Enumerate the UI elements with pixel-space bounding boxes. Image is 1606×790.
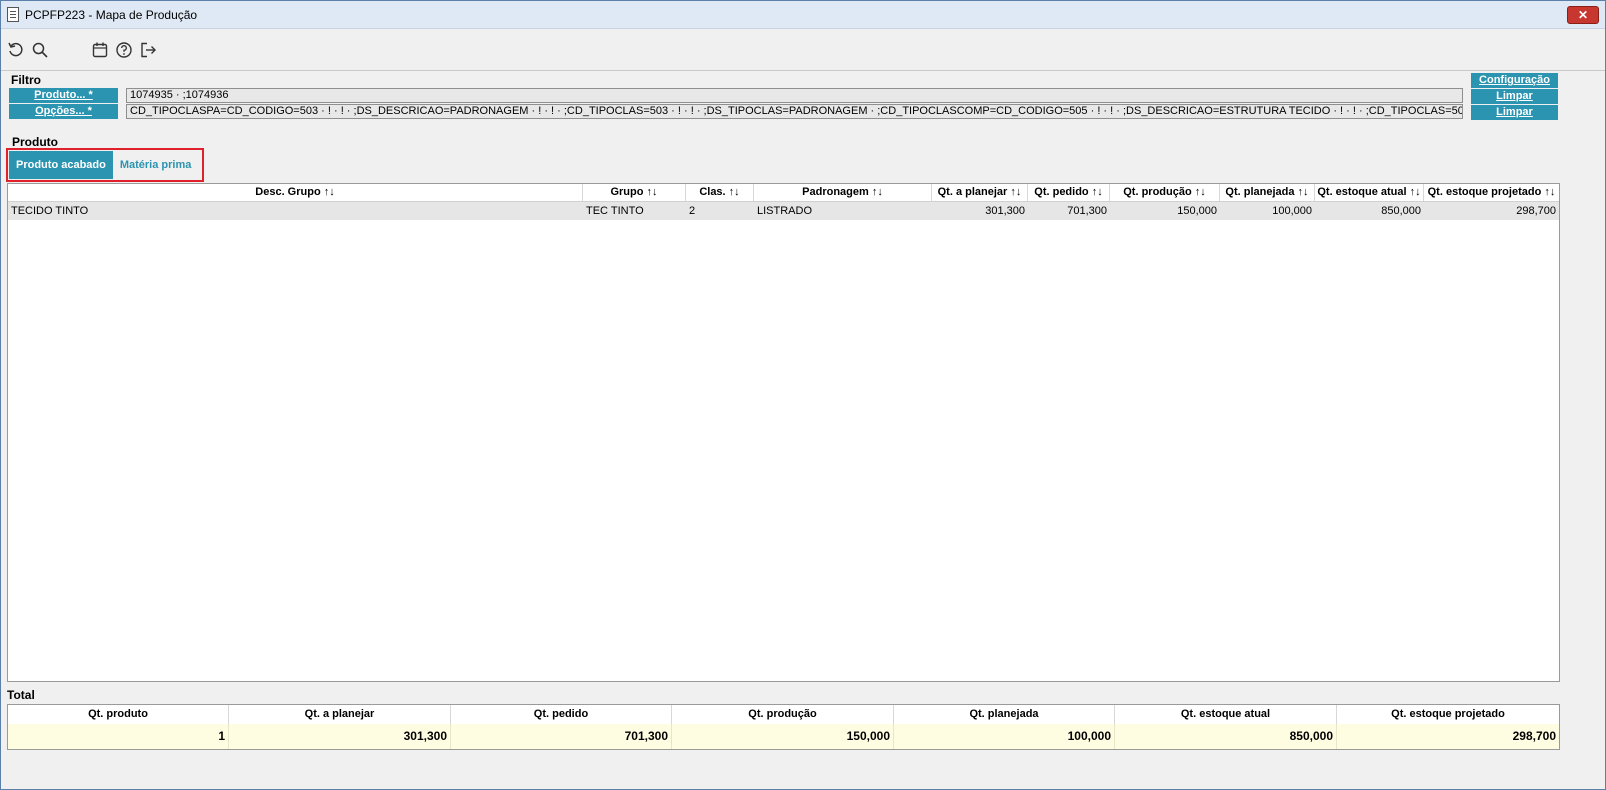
- col-clas[interactable]: Clas. ↑↓: [686, 184, 754, 201]
- produto-filter-field[interactable]: 1074935 · ;1074936: [126, 88, 1463, 103]
- total-col-qt-producao: Qt. produção: [672, 705, 894, 724]
- cell-qt-producao: 150,000: [1177, 205, 1217, 217]
- cell-qt-estoque-atual: 850,000: [1381, 205, 1421, 217]
- total-col-qt-estoque-atual: Qt. estoque atual: [1115, 705, 1337, 724]
- cell-grupo: TEC TINTO: [586, 205, 644, 217]
- help-icon[interactable]: [113, 39, 135, 61]
- col-desc-grupo[interactable]: Desc. Grupo ↑↓: [8, 184, 583, 201]
- col-qt-pedido[interactable]: Qt. pedido ↑↓: [1028, 184, 1110, 201]
- col-grupo[interactable]: Grupo ↑↓: [583, 184, 686, 201]
- total-section-label: Total: [7, 688, 35, 702]
- opcoes-filter-field[interactable]: CD_TIPOCLASPA=CD_CODIGO=503 · ! · ! · ;D…: [126, 104, 1463, 119]
- filter-label: Filtro: [11, 73, 41, 87]
- total-col-qt-estoque-projetado: Qt. estoque projetado: [1391, 708, 1505, 720]
- total-qt-pedido: 701,300: [451, 724, 672, 749]
- total-grid: Qt. produto Qt. a planejar Qt. pedido Qt…: [7, 704, 1560, 750]
- window-title: PCPFP223 - Mapa de Produção: [25, 7, 198, 22]
- total-col-qt-a-planejar: Qt. a planejar: [229, 705, 451, 724]
- produto-filter-button[interactable]: Produto... *: [9, 88, 118, 103]
- cell-qt-pedido: 701,300: [1067, 205, 1107, 217]
- title-bar: PCPFP223 - Mapa de Produção ✕: [1, 1, 1605, 29]
- total-col-qt-produto: Qt. produto: [8, 705, 229, 724]
- limpar-produto-button[interactable]: Limpar: [1471, 89, 1558, 104]
- col-qt-producao[interactable]: Qt. produção ↑↓: [1110, 184, 1220, 201]
- total-col-qt-pedido: Qt. pedido: [451, 705, 672, 724]
- col-qt-estoque-atual[interactable]: Qt. estoque atual ↑↓: [1315, 184, 1424, 201]
- total-qt-producao: 150,000: [672, 724, 894, 749]
- total-qt-estoque-projetado: 298,700: [1512, 729, 1556, 743]
- limpar-opcoes-button[interactable]: Limpar: [1471, 105, 1558, 120]
- search-icon[interactable]: [29, 39, 51, 61]
- table-row[interactable]: TECIDO TINTO TEC TINTO 2 LISTRADO 301,30…: [8, 202, 1559, 220]
- cell-padronagem: LISTRADO: [757, 205, 813, 217]
- close-button[interactable]: ✕: [1567, 6, 1599, 24]
- produto-section-label: Produto: [12, 135, 58, 149]
- col-qt-estoque-projetado[interactable]: Qt. estoque projetado ↑↓: [1424, 184, 1559, 201]
- toolbar: [1, 29, 1605, 71]
- col-padronagem[interactable]: Padronagem ↑↓: [754, 184, 932, 201]
- cell-clas: 2: [689, 205, 696, 217]
- tab-produto-acabado[interactable]: Produto acabado: [9, 151, 113, 179]
- exit-icon[interactable]: [137, 39, 159, 61]
- grid-header: Desc. Grupo ↑↓ Grupo ↑↓ Clas. ↑↓ Padrona…: [8, 184, 1559, 202]
- calendar-icon[interactable]: [89, 39, 111, 61]
- filter-row-opcoes: Opções... * CD_TIPOCLASPA=CD_CODIGO=503 …: [9, 104, 1463, 119]
- cell-desc-grupo: TECIDO TINTO: [11, 205, 89, 217]
- total-qt-produto: 1: [8, 724, 229, 749]
- cell-qt-a-planejar: 301,300: [985, 205, 1025, 217]
- col-qt-planejada[interactable]: Qt. planejada ↑↓: [1220, 184, 1315, 201]
- cell-qt-planejada: 100,000: [1272, 205, 1312, 217]
- total-row: 1 301,300 701,300 150,000 100,000 850,00…: [8, 724, 1559, 749]
- total-qt-a-planejar: 301,300: [229, 724, 451, 749]
- col-qt-a-planejar[interactable]: Qt. a planejar ↑↓: [932, 184, 1028, 201]
- total-col-qt-planejada: Qt. planejada: [894, 705, 1115, 724]
- opcoes-filter-button[interactable]: Opções... *: [9, 104, 118, 119]
- total-qt-planejada: 100,000: [894, 724, 1115, 749]
- main-window: PCPFP223 - Mapa de Produção ✕ Filtro Pro…: [0, 0, 1606, 790]
- produto-grid: Desc. Grupo ↑↓ Grupo ↑↓ Clas. ↑↓ Padrona…: [7, 183, 1560, 682]
- tab-materia-prima[interactable]: Matéria prima: [112, 151, 199, 179]
- total-qt-estoque-atual: 850,000: [1115, 724, 1337, 749]
- document-icon: [7, 7, 19, 22]
- total-header: Qt. produto Qt. a planejar Qt. pedido Qt…: [8, 705, 1559, 724]
- refresh-icon[interactable]: [5, 39, 27, 61]
- filter-row-produto: Produto... * 1074935 · ;1074936: [9, 88, 1463, 103]
- produto-tabs: Produto acabado Matéria prima: [6, 148, 204, 182]
- cell-qt-estoque-projetado: 298,700: [1516, 205, 1556, 217]
- configuracao-button[interactable]: Configuração: [1471, 73, 1558, 88]
